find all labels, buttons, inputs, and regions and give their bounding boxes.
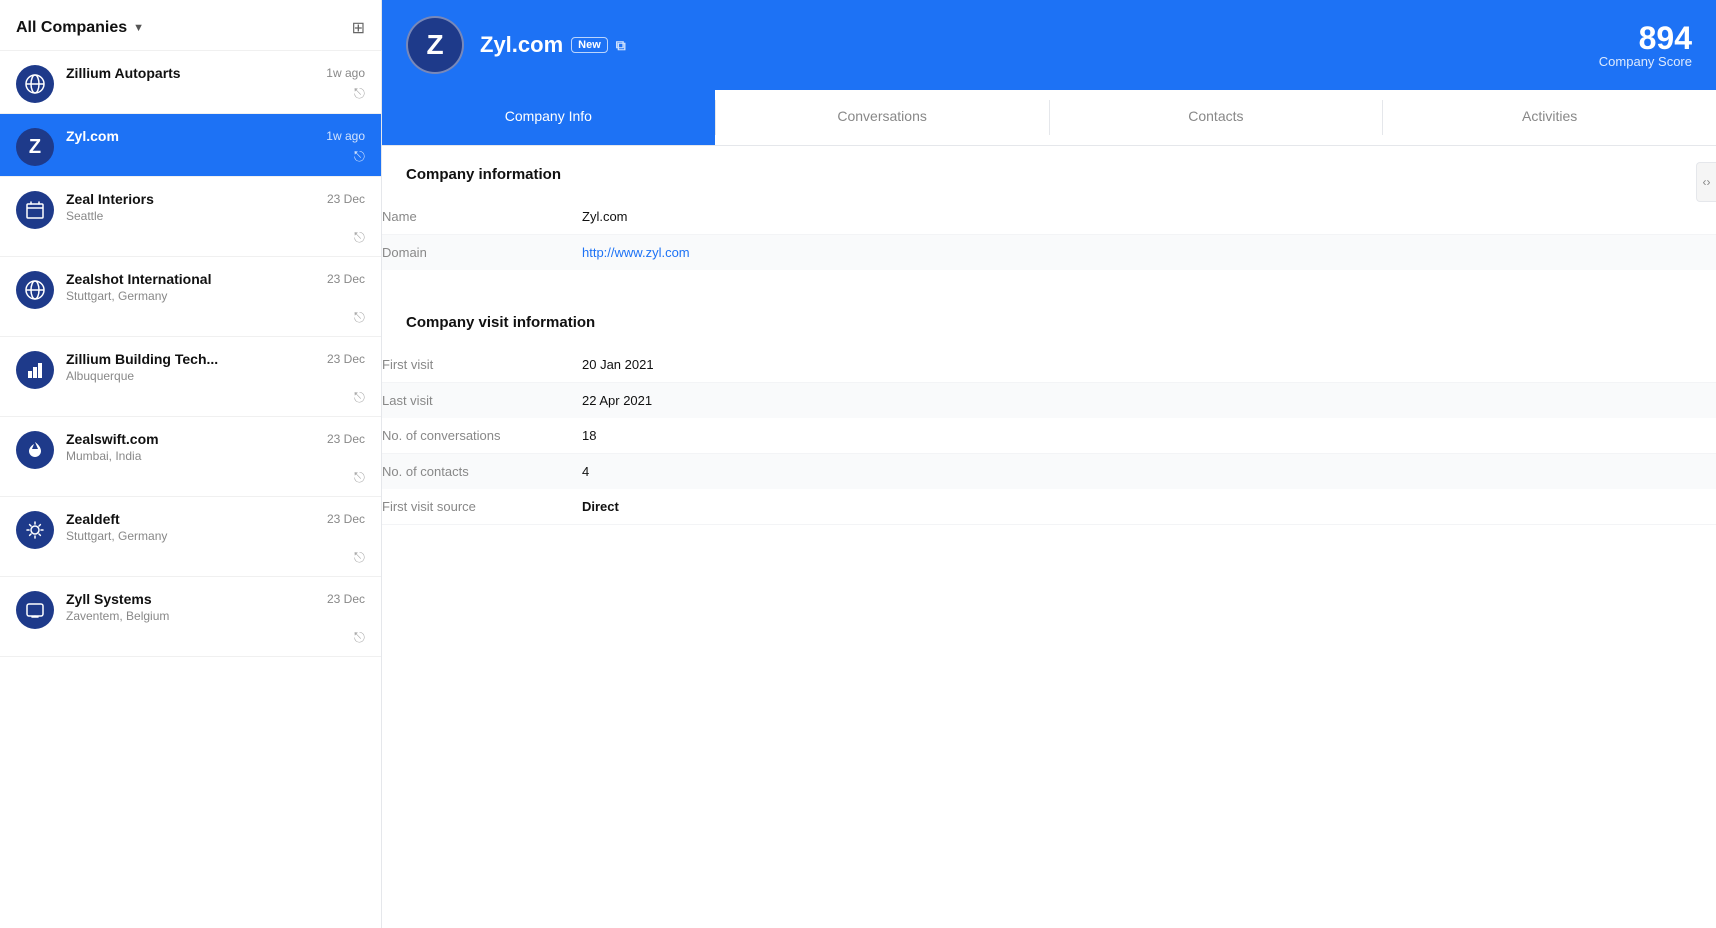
new-badge: New <box>571 37 608 53</box>
company-date-zealdeft: 23 Dec <box>327 512 365 526</box>
avatar-zealdeft <box>16 511 54 549</box>
info-row-name: Name Zyl.com <box>382 199 1716 235</box>
header-company-name: Zyl.com New ⧉ <box>480 32 626 58</box>
open-icon-zealshot[interactable]: ⎋ <box>354 309 365 326</box>
company-name-zealshot: Zealshot International <box>66 271 211 287</box>
company-item-zyl-com[interactable]: Z Zyl.com 1w ago ⎋ <box>0 114 381 177</box>
info-label-name: Name <box>382 209 582 224</box>
score-label: Company Score <box>1599 54 1692 69</box>
company-date-zyl-com: 1w ago <box>326 129 365 143</box>
company-header: Z Zyl.com New ⧉ 894 Company Score <box>382 0 1716 90</box>
tab-bar: Company Info Conversations Contacts Acti… <box>382 90 1716 146</box>
info-value-last-visit: 22 Apr 2021 <box>582 393 652 408</box>
avatar-zeal-interiors <box>16 191 54 229</box>
score-number: 894 <box>1599 22 1692 54</box>
company-item-zealswift[interactable]: Zealswift.com 23 Dec Mumbai, India ⎋ <box>0 417 381 497</box>
company-score: 894 Company Score <box>1599 22 1692 69</box>
company-name-zillium-autoparts: Zillium Autoparts <box>66 65 181 81</box>
company-date-zealswift: 23 Dec <box>327 432 365 446</box>
info-label-conversations: No. of conversations <box>382 428 582 443</box>
open-icon-zillium-building[interactable]: ⎋ <box>354 389 365 406</box>
info-row-last-visit: Last visit 22 Apr 2021 <box>382 383 1716 418</box>
avatar-zillium-autoparts <box>16 65 54 103</box>
tab-contacts[interactable]: Contacts <box>1050 90 1383 145</box>
company-date-zillium-autoparts: 1w ago <box>326 66 365 80</box>
company-logo: Z <box>406 16 464 74</box>
main-panel: Z Zyl.com New ⧉ 894 Company Score Compan… <box>382 0 1716 928</box>
company-name-zealswift: Zealswift.com <box>66 431 159 447</box>
tab-conversations[interactable]: Conversations <box>716 90 1049 145</box>
info-label-domain: Domain <box>382 245 582 260</box>
info-row-conversations: No. of conversations 18 <box>382 418 1716 454</box>
company-date-zeal-interiors: 23 Dec <box>327 192 365 206</box>
company-information-title: Company information <box>406 166 1692 183</box>
company-location-zealswift: Mumbai, India <box>66 449 141 463</box>
info-label-last-visit: Last visit <box>382 393 582 408</box>
info-value-conversations: 18 <box>582 428 596 443</box>
open-icon-zeal-interiors[interactable]: ⎋ <box>354 229 365 246</box>
company-date-zyll-systems: 23 Dec <box>327 592 365 606</box>
company-item-zillium-autoparts[interactable]: Zillium Autoparts 1w ago ⎋ <box>0 51 381 114</box>
company-date-zillium-building: 23 Dec <box>327 352 365 366</box>
header-left: Z Zyl.com New ⧉ <box>406 16 626 74</box>
visit-information-section: Company visit information First visit 20… <box>382 294 1716 533</box>
avatar-zyll-systems <box>16 591 54 629</box>
company-name-zyl-com: Zyl.com <box>66 128 119 144</box>
company-item-zyll-systems[interactable]: Zyll Systems 23 Dec Zaventem, Belgium ⎋ <box>0 577 381 657</box>
company-name-zeal-interiors: Zeal Interiors <box>66 191 154 207</box>
company-date-zealshot: 23 Dec <box>327 272 365 286</box>
info-value-domain[interactable]: http://www.zyl.com <box>582 245 690 260</box>
open-icon-zillium-autoparts[interactable]: ⎋ <box>354 85 365 102</box>
info-label-contacts: No. of contacts <box>382 464 582 479</box>
company-location-zealdeft: Stuttgart, Germany <box>66 529 167 543</box>
company-location-zillium-building: Albuquerque <box>66 369 134 383</box>
info-value-first-visit-source: Direct <box>582 499 619 514</box>
visit-information-title: Company visit information <box>406 314 1692 331</box>
company-item-zeal-interiors[interactable]: Zeal Interiors 23 Dec Seattle ⎋ <box>0 177 381 257</box>
sidebar-title-text: All Companies <box>16 19 127 37</box>
avatar-zealswift <box>16 431 54 469</box>
tab-activities[interactable]: Activities <box>1383 90 1716 145</box>
info-row-first-visit: First visit 20 Jan 2021 <box>382 347 1716 383</box>
company-information-section: Company information Name Zyl.com Domain … <box>382 146 1716 278</box>
info-label-first-visit: First visit <box>382 357 582 372</box>
info-value-first-visit: 20 Jan 2021 <box>582 357 654 372</box>
tab-company-info[interactable]: Company Info <box>382 90 715 145</box>
content-area: ‹› Company information Name Zyl.com Doma… <box>382 146 1716 928</box>
avatar-zillium-building <box>16 351 54 389</box>
company-location-zeal-interiors: Seattle <box>66 209 103 223</box>
company-item-zillium-building[interactable]: Zillium Building Tech... 23 Dec Albuquer… <box>0 337 381 417</box>
all-companies-dropdown[interactable]: All Companies ▼ <box>16 19 144 37</box>
info-row-first-visit-source: First visit source Direct <box>382 489 1716 525</box>
company-item-zealdeft[interactable]: Zealdeft 23 Dec Stuttgart, Germany ⎋ <box>0 497 381 577</box>
avatar-zealshot <box>16 271 54 309</box>
company-item-zealshot[interactable]: Zealshot International 23 Dec Stuttgart,… <box>0 257 381 337</box>
chevron-down-icon: ▼ <box>133 22 144 34</box>
open-icon-zealdeft[interactable]: ⎋ <box>354 549 365 566</box>
sidebar: All Companies ▼ ⊞ Zillium Autoparts 1w a… <box>0 0 382 928</box>
open-icon-zyl-com[interactable]: ⎋ <box>354 148 365 165</box>
company-list: Zillium Autoparts 1w ago ⎋ Z Zyl.com 1w … <box>0 51 381 928</box>
company-location-zyll-systems: Zaventem, Belgium <box>66 609 169 623</box>
external-link-icon[interactable]: ⧉ <box>616 37 626 54</box>
collapse-button[interactable]: ‹› <box>1696 162 1716 202</box>
open-icon-zyll-systems[interactable]: ⎋ <box>354 629 365 646</box>
info-value-name: Zyl.com <box>582 209 628 224</box>
info-row-domain: Domain http://www.zyl.com <box>382 235 1716 270</box>
company-location-zealshot: Stuttgart, Germany <box>66 289 167 303</box>
company-name-zillium-building: Zillium Building Tech... <box>66 351 218 367</box>
grid-icon[interactable]: ⊞ <box>352 18 365 38</box>
info-row-contacts: No. of contacts 4 <box>382 454 1716 489</box>
avatar-zyl-com: Z <box>16 128 54 166</box>
info-label-first-visit-source: First visit source <box>382 499 582 514</box>
open-icon-zealswift[interactable]: ⎋ <box>354 469 365 486</box>
company-name-zyll-systems: Zyll Systems <box>66 591 152 607</box>
company-name-zealdeft: Zealdeft <box>66 511 120 527</box>
info-value-contacts: 4 <box>582 464 589 479</box>
sidebar-header: All Companies ▼ ⊞ <box>0 0 381 51</box>
